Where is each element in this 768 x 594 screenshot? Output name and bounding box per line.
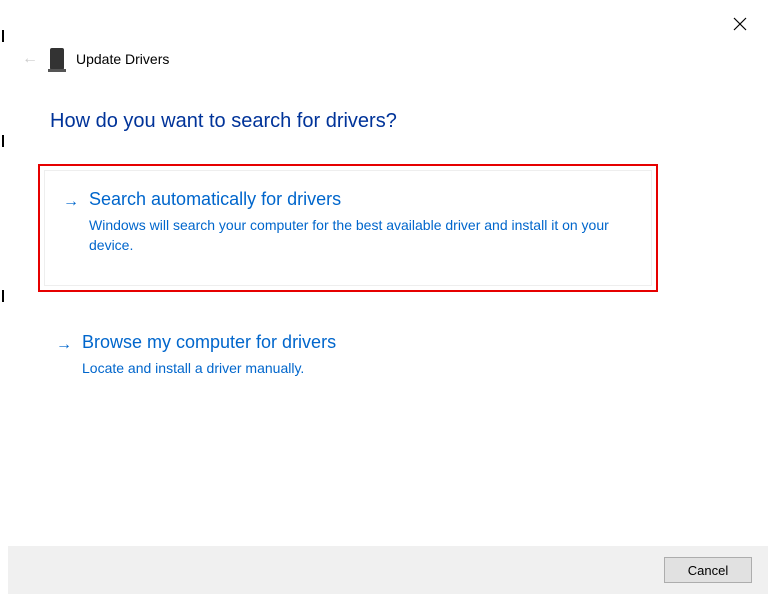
device-icon — [50, 48, 64, 70]
option-search-automatically[interactable]: → Search automatically for drivers Windo… — [44, 170, 652, 286]
option-title: Browse my computer for drivers — [82, 332, 640, 353]
window-left-edge — [2, 0, 4, 544]
window-title: Update Drivers — [76, 51, 169, 67]
back-arrow-icon[interactable]: ← — [22, 50, 38, 68]
option-description: Locate and install a driver manually. — [82, 359, 640, 379]
close-icon — [733, 17, 747, 31]
option-description: Windows will search your computer for th… — [89, 216, 633, 255]
footer: Cancel — [8, 546, 768, 594]
option-browse-computer[interactable]: → Browse my computer for drivers Locate … — [38, 314, 658, 389]
arrow-right-icon: → — [63, 193, 79, 211]
highlighted-option-box: → Search automatically for drivers Windo… — [38, 164, 658, 292]
header: ← Update Drivers — [22, 48, 169, 70]
option-title: Search automatically for drivers — [89, 189, 633, 210]
cancel-button[interactable]: Cancel — [664, 557, 752, 583]
page-heading: How do you want to search for drivers? — [50, 110, 397, 133]
close-button[interactable] — [730, 14, 750, 34]
arrow-right-icon: → — [56, 336, 72, 354]
options-area: → Search automatically for drivers Windo… — [38, 164, 658, 389]
